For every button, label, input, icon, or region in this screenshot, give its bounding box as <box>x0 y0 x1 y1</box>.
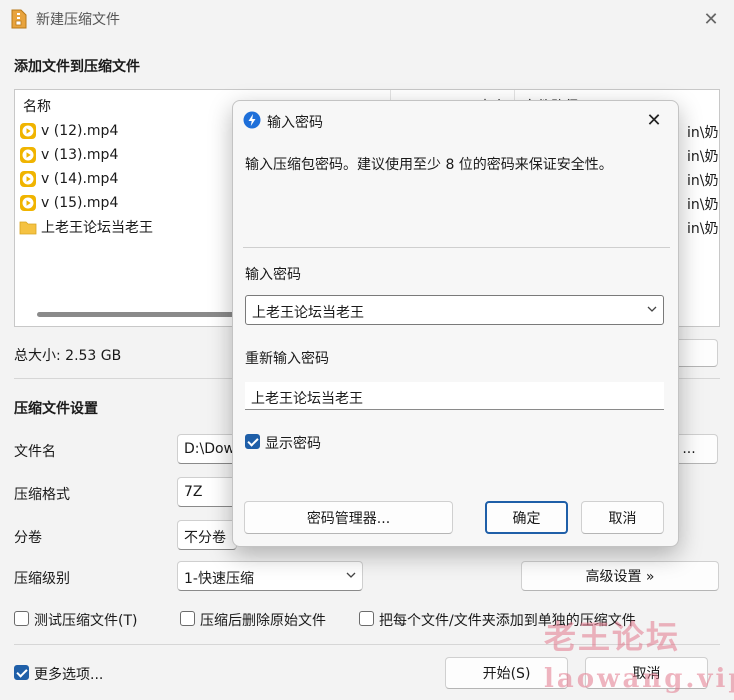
horizontal-scrollbar[interactable] <box>37 312 257 317</box>
volume-select[interactable]: 不分卷 <box>177 520 237 550</box>
folder-icon <box>19 221 37 235</box>
filename-input[interactable]: D:\Dow <box>177 434 237 464</box>
format-select[interactable]: 7Z <box>177 477 237 507</box>
file-path: in\奶粉 <box>687 149 719 165</box>
file-path: in\奶粉 <box>687 125 719 141</box>
file-row[interactable]: v (12).mp4 <box>19 119 118 143</box>
file-name: v (12).mp4 <box>41 123 119 139</box>
file-name: v (15).mp4 <box>41 195 119 211</box>
advanced-settings-button[interactable]: 高级设置 » <box>521 561 719 591</box>
dialog-title: 输入密码 <box>267 115 323 131</box>
more-options-label: 更多选项... <box>34 667 104 683</box>
format-label: 压缩格式 <box>14 487 70 503</box>
dialog-divider <box>243 247 670 248</box>
test-archive-checkbox[interactable] <box>14 611 29 626</box>
more-options-checkbox[interactable] <box>14 665 29 680</box>
watermark-chinese: 老王论坛 <box>544 618 681 656</box>
password-dialog: 输入密码 ✕ 输入压缩包密码。建议使用至少 8 位的密码来保证安全性。 输入密码… <box>232 100 679 547</box>
file-row[interactable]: 上老王论坛当老王 <box>19 215 153 239</box>
bandizip-app-icon <box>243 111 261 129</box>
window-title: 新建压缩文件 <box>36 12 120 28</box>
level-select-value: 1-快速压缩 <box>184 571 254 587</box>
file-row[interactable]: v (14).mp4 <box>19 167 118 191</box>
files-section-heading: 添加文件到压缩文件 <box>14 59 140 75</box>
total-size-label: 总大小: 2.53 GB <box>14 348 122 364</box>
file-path: in\奶粉 <box>687 173 719 189</box>
confirm-password-input[interactable]: 上老王论坛当老王 <box>245 382 664 410</box>
file-path: in\奶粉 <box>687 221 719 237</box>
test-archive-label: 测试压缩文件(T) <box>34 613 138 629</box>
confirm-password-label: 重新输入密码 <box>245 351 329 367</box>
password-input-value: 上老王论坛当老王 <box>252 305 364 321</box>
ok-button[interactable]: 确定 <box>485 501 568 534</box>
archive-app-icon <box>11 9 27 29</box>
window-close-button[interactable]: ✕ <box>698 6 724 32</box>
file-row[interactable]: v (15).mp4 <box>19 191 118 215</box>
password-manager-button[interactable]: 密码管理器... <box>244 501 453 534</box>
volume-label: 分卷 <box>14 530 42 546</box>
delete-original-label: 压缩后删除原始文件 <box>200 613 326 629</box>
file-row[interactable]: v (13).mp4 <box>19 143 118 167</box>
video-file-icon <box>20 171 36 187</box>
password-label: 输入密码 <box>245 267 301 283</box>
video-file-icon <box>20 147 36 163</box>
close-icon: ✕ <box>703 8 719 30</box>
file-name: v (13).mp4 <box>41 147 119 163</box>
dialog-close-button[interactable]: ✕ <box>642 108 666 132</box>
close-icon: ✕ <box>646 109 662 131</box>
video-file-icon <box>20 123 36 139</box>
settings-section-heading: 压缩文件设置 <box>14 401 98 417</box>
chevron-down-icon <box>346 572 356 578</box>
file-name: v (14).mp4 <box>41 171 119 187</box>
show-password-label: 显示密码 <box>265 436 321 452</box>
title-bar: 新建压缩文件 ✕ <box>0 0 734 38</box>
dialog-cancel-button[interactable]: 取消 <box>581 501 664 534</box>
show-password-checkbox[interactable] <box>245 434 260 449</box>
video-file-icon <box>20 195 36 211</box>
password-input[interactable]: 上老王论坛当老王 <box>245 295 664 325</box>
chevron-down-icon <box>647 306 657 312</box>
filename-label: 文件名 <box>14 444 56 460</box>
file-name: 上老王论坛当老王 <box>41 220 153 236</box>
watermark-english: laowang.vip <box>544 664 734 694</box>
level-select[interactable]: 1-快速压缩 <box>177 561 363 591</box>
dialog-description: 输入压缩包密码。建议使用至少 8 位的密码来保证安全性。 <box>245 157 613 173</box>
level-label: 压缩级别 <box>14 571 70 587</box>
separate-archives-checkbox[interactable] <box>359 611 374 626</box>
file-path: in\奶粉 <box>687 197 719 213</box>
delete-original-checkbox[interactable] <box>180 611 195 626</box>
